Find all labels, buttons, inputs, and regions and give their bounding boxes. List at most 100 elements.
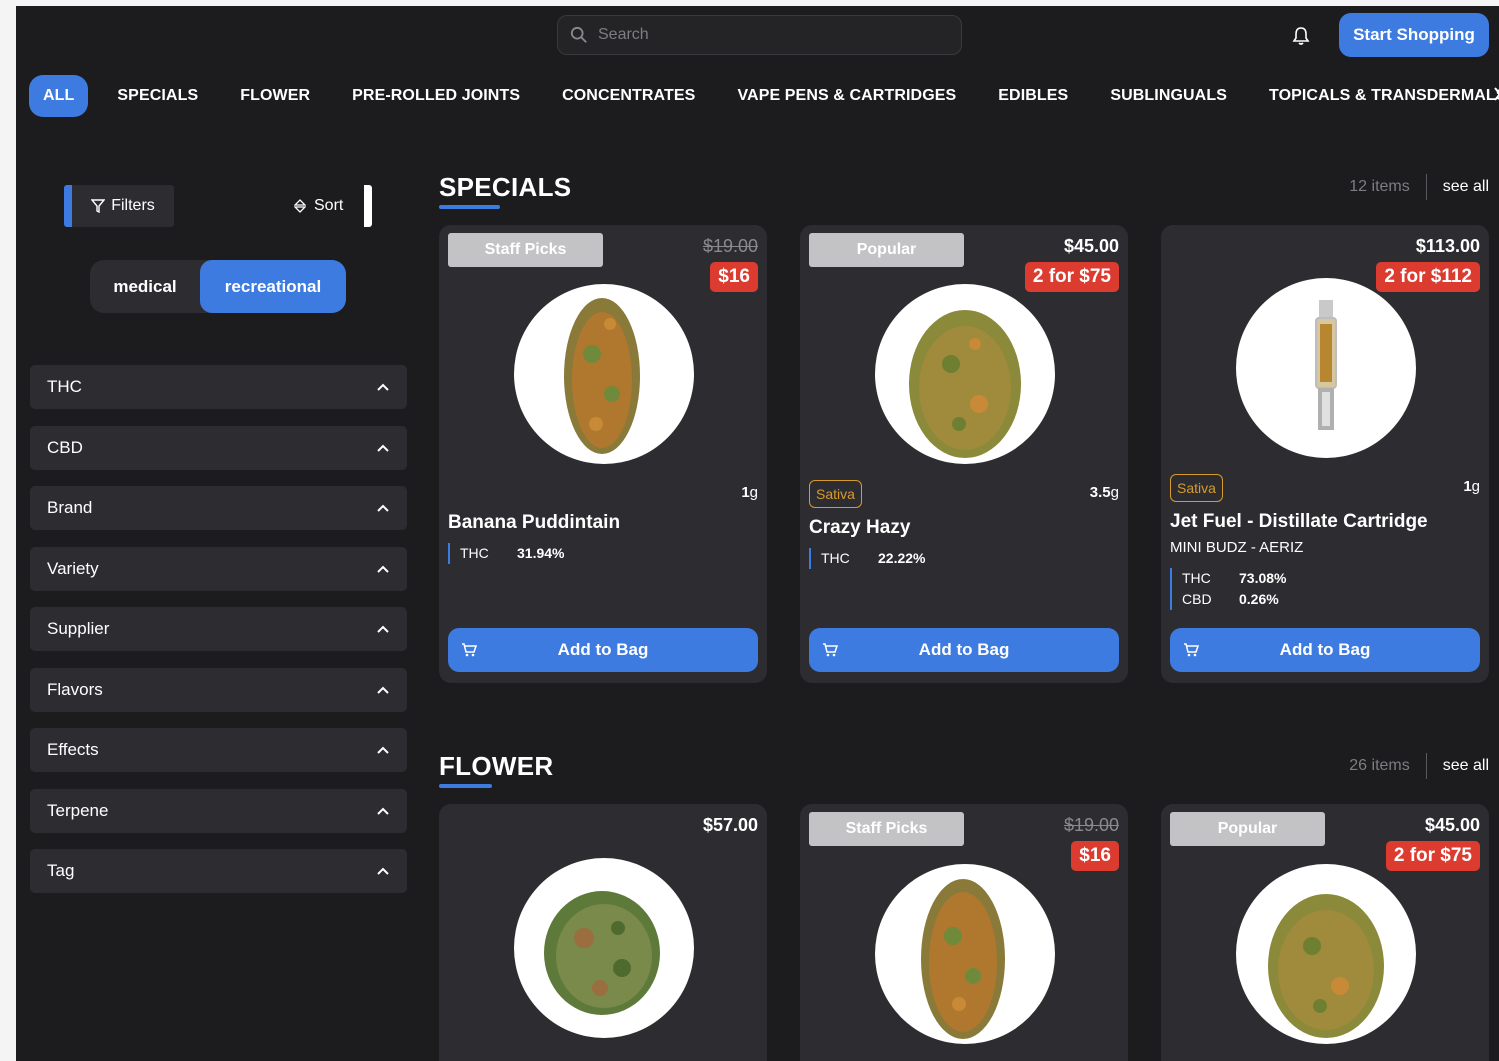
- divider: [1425, 174, 1427, 200]
- see-all-link[interactable]: see all: [1443, 178, 1489, 196]
- filters-label: Filters: [111, 197, 155, 214]
- cart-icon: [823, 643, 838, 657]
- customer-type-toggle: medical recreational: [90, 260, 346, 313]
- weight-value: 3.5: [1089, 484, 1111, 501]
- nav-item-all[interactable]: ALL: [29, 75, 89, 117]
- cannabinoid-info: THC 31.94%: [448, 543, 564, 564]
- search-icon: [570, 26, 587, 43]
- section-underline: [439, 205, 500, 209]
- filter-brand[interactable]: Brand: [30, 486, 407, 530]
- thc-value: 22.22%: [878, 550, 926, 566]
- weight-unit: g: [1110, 484, 1119, 501]
- nav-item-concentrates[interactable]: CONCENTRATES: [541, 75, 716, 117]
- filter-cbd[interactable]: CBD: [30, 425, 407, 470]
- toggle-recreational[interactable]: recreational: [200, 260, 346, 313]
- filter-terpene[interactable]: Terpene: [30, 788, 407, 833]
- product-card[interactable]: Staff Picks $19.00 $16 1g Banana Puddint…: [439, 225, 767, 683]
- filter-variety[interactable]: Variety: [30, 546, 407, 591]
- filter-tag[interactable]: Tag: [30, 849, 407, 893]
- product-image[interactable]: [514, 858, 694, 1038]
- filter-effects[interactable]: Effects: [30, 728, 407, 772]
- thc-label: THC: [460, 545, 489, 561]
- badge-label: Staff Picks: [809, 812, 964, 846]
- product-name[interactable]: Crazy Hazy: [809, 517, 910, 539]
- section-meta: 26 items see all: [1349, 753, 1489, 779]
- search-bar[interactable]: [557, 15, 962, 55]
- weight: 1g: [1463, 478, 1480, 495]
- weight-unit: g: [1471, 478, 1480, 495]
- nav-item-flower[interactable]: FLOWER: [219, 75, 331, 117]
- strain-badge: Sativa: [809, 480, 862, 508]
- add-to-bag-button[interactable]: Add to Bag: [448, 628, 758, 672]
- add-to-bag-label: Add to Bag: [557, 640, 649, 659]
- filter-label: Flavors: [47, 679, 103, 699]
- add-to-bag-button[interactable]: Add to Bag: [1170, 628, 1480, 672]
- nav-item-specials[interactable]: SPECIALS: [96, 75, 219, 117]
- sort-icon: [294, 199, 306, 213]
- filter-label: Tag: [47, 861, 75, 880]
- thc-value: 73.08%: [1239, 570, 1287, 586]
- deal-badge: $16: [710, 262, 758, 292]
- start-shopping-button[interactable]: Start Shopping: [1339, 13, 1489, 57]
- nav-item-topicals[interactable]: TOPICALS & TRANSDERMALS: [1248, 75, 1499, 117]
- bell-icon[interactable]: [1292, 26, 1310, 46]
- filter-label: CBD: [47, 437, 83, 457]
- filter-flavors[interactable]: Flavors: [30, 667, 407, 712]
- sort-button[interactable]: Sort: [290, 185, 372, 227]
- filter-thc[interactable]: THC: [30, 365, 407, 409]
- product-image[interactable]: [514, 284, 694, 464]
- add-to-bag-button[interactable]: Add to Bag: [809, 628, 1119, 672]
- items-count: 12 items: [1349, 178, 1410, 195]
- chevron-up-icon: [377, 746, 389, 754]
- items-count: 26 items: [1349, 757, 1410, 774]
- cannabinoid-info: THC 22.22%: [809, 548, 925, 569]
- chevron-up-icon: [377, 807, 389, 815]
- thc-label: THC: [821, 550, 850, 566]
- nav-item-sublinguals[interactable]: SUBLINGUALS: [1089, 75, 1248, 117]
- filter-supplier[interactable]: Supplier: [30, 607, 407, 651]
- badge-label: Popular: [1170, 812, 1325, 846]
- weight: 1g: [741, 484, 758, 501]
- specials-section-header: SPECIALS 12 items see all: [439, 172, 1489, 209]
- chevron-up-icon: [377, 383, 389, 391]
- weight-unit: g: [749, 484, 758, 501]
- toggle-medical[interactable]: medical: [90, 260, 200, 313]
- product-image[interactable]: [875, 284, 1055, 464]
- product-image[interactable]: [1236, 864, 1416, 1044]
- product-name[interactable]: Banana Puddintain: [448, 512, 620, 534]
- chevron-up-icon: [377, 625, 389, 633]
- cart-icon: [1184, 643, 1199, 657]
- product-card[interactable]: Popular $45.00 2 for $75 Sativa 3.5g Cra…: [800, 225, 1128, 683]
- cannabinoid-info: THC 73.08% CBD 0.26%: [1170, 568, 1286, 610]
- product-card[interactable]: Popular $45.00 2 for $75: [1161, 804, 1489, 1061]
- original-price: $19.00: [1063, 815, 1119, 835]
- nav-item-vape-pens[interactable]: VAPE PENS & CARTRIDGES: [716, 75, 977, 117]
- product-image[interactable]: [875, 864, 1055, 1044]
- section-underline: [439, 784, 492, 788]
- section-meta: 12 items see all: [1349, 174, 1489, 200]
- filter-label: Terpene: [47, 800, 109, 820]
- search-input[interactable]: [598, 26, 938, 44]
- section-title: FLOWER: [439, 751, 554, 781]
- section-title: SPECIALS: [439, 172, 572, 202]
- filter-label: Variety: [47, 558, 99, 578]
- filter-label: Brand: [47, 498, 93, 517]
- filters-button[interactable]: Filters: [64, 185, 174, 227]
- product-card[interactable]: $113.00 2 for $112 Sativa 1g Jet Fuel - …: [1161, 225, 1489, 683]
- filter-label: THC: [47, 377, 82, 396]
- product-name[interactable]: Jet Fuel - Distillate Cartridge: [1170, 511, 1428, 533]
- badge-label: Popular: [809, 233, 964, 267]
- cbd-label: CBD: [1182, 591, 1212, 607]
- product-card[interactable]: $57.00: [439, 804, 767, 1061]
- strain-badge: Sativa: [1170, 474, 1223, 502]
- see-all-link[interactable]: see all: [1443, 757, 1489, 775]
- product-card[interactable]: Staff Picks $19.00 $16: [800, 804, 1128, 1061]
- category-nav: ALL SPECIALS FLOWER PRE-ROLLED JOINTS CO…: [29, 75, 1499, 117]
- nav-item-pre-rolled-joints[interactable]: PRE-ROLLED JOINTS: [331, 75, 541, 117]
- chevron-right-icon[interactable]: [1493, 84, 1499, 104]
- product-image[interactable]: [1236, 278, 1416, 458]
- deal-badge: 2 for $75: [1385, 841, 1480, 871]
- nav-item-edibles[interactable]: EDIBLES: [977, 75, 1089, 117]
- brand-name: MINI BUDZ - AERIZ: [1170, 539, 1304, 556]
- weight: 3.5g: [1090, 484, 1119, 501]
